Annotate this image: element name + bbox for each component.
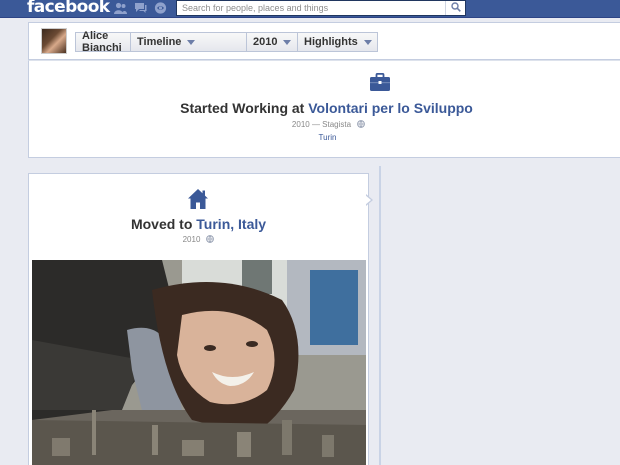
move-event-title: Moved to Turin, Italy	[29, 216, 368, 232]
move-event-meta-text: 2010	[182, 235, 201, 244]
highlights-dropdown[interactable]: Highlights	[297, 32, 378, 52]
year-label: 2010	[253, 36, 278, 48]
globe-icon[interactable]	[206, 235, 215, 243]
year-dropdown[interactable]: 2010	[246, 32, 298, 52]
search-button[interactable]	[445, 1, 465, 15]
work-event-prefix: Started Working at	[180, 100, 305, 116]
chevron-down-icon	[187, 39, 196, 45]
search-box	[176, 0, 466, 16]
life-event-work-card: Started Working at Volontari per lo Svil…	[28, 60, 620, 158]
notifications-icon[interactable]	[154, 2, 167, 14]
friend-requests-icon[interactable]	[114, 2, 127, 14]
search-icon	[450, 0, 461, 17]
facebook-logo[interactable]: facebook	[27, 0, 110, 17]
briefcase-icon	[370, 73, 390, 91]
timeline-pointer-inner	[365, 195, 371, 205]
search-input[interactable]	[177, 1, 443, 15]
move-event-prefix: Moved to	[130, 216, 193, 232]
avatar[interactable]	[41, 28, 67, 54]
timeline-spine	[379, 166, 381, 465]
timeline-label: Timeline	[137, 36, 182, 48]
work-event-meta-text: 2010 — Stagista	[291, 120, 352, 129]
work-event-meta: 2010 — Stagista	[29, 120, 620, 129]
house-icon	[187, 188, 209, 210]
globe-icon[interactable]	[357, 120, 365, 128]
move-event-meta: 2010	[29, 235, 368, 244]
work-location-link[interactable]: Turin	[29, 133, 620, 142]
timeline-scrubber-bar: Alice Bianchi Timeline 2010 Highlights	[28, 22, 620, 60]
profile-name-label: Alice Bianchi	[82, 30, 122, 54]
work-event-title: Started Working at Volontari per lo Svil…	[29, 100, 620, 116]
profile-name-button[interactable]: Alice Bianchi	[75, 30, 131, 54]
organization-link[interactable]: Volontari per lo Sviluppo	[308, 100, 473, 116]
top-navigation-bar: facebook	[0, 0, 620, 18]
chevron-down-icon	[363, 39, 372, 45]
life-event-moved-card: Moved to Turin, Italy 2010	[28, 173, 369, 465]
event-photo[interactable]	[32, 260, 366, 465]
highlights-label: Highlights	[304, 36, 358, 48]
chevron-down-icon	[283, 39, 292, 45]
messages-icon[interactable]	[134, 2, 147, 14]
timeline-dropdown[interactable]: Timeline	[130, 32, 247, 52]
place-link[interactable]: Turin, Italy	[196, 216, 266, 232]
